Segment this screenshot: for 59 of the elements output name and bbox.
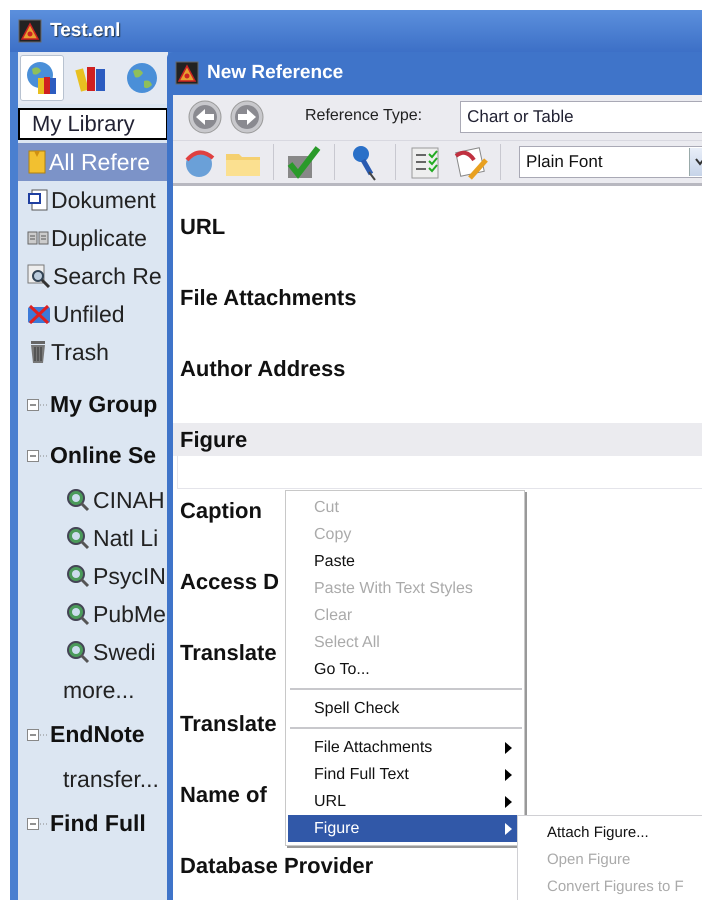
field-label: Name of [180, 782, 267, 808]
field-label: Access D [180, 568, 280, 594]
online-source-item[interactable]: Swedi [18, 633, 168, 671]
menu-item[interactable]: File Attachments [288, 734, 524, 761]
group-heading[interactable]: EndNote [50, 721, 145, 748]
group-heading[interactable]: Online Se [50, 442, 156, 469]
unfiled-folder-icon [27, 303, 51, 325]
field-label: URL [180, 214, 226, 240]
app-logo-icon [18, 19, 42, 43]
collapse-icon[interactable] [27, 728, 47, 740]
sidebar-item[interactable]: Trash [18, 333, 168, 371]
online-source-item[interactable]: PsycIN [18, 557, 168, 595]
reference-type-field[interactable]: Chart or Table [460, 101, 702, 134]
group-heading[interactable]: Find Full [50, 810, 146, 837]
sidebar-item[interactable]: Dokument [18, 181, 168, 219]
online-source-item[interactable]: PubMe [18, 595, 168, 633]
field-label: Database Provider [180, 852, 374, 878]
sidebar-item[interactable]: Unfiled [18, 295, 168, 333]
field-label: File Attachments [180, 284, 356, 310]
sidebar-item[interactable]: Duplicate [18, 219, 168, 257]
library-selector[interactable]: My Library [18, 108, 168, 140]
collapse-icon[interactable] [27, 398, 47, 410]
group-heading[interactable]: My Group [50, 391, 158, 418]
field-input[interactable] [177, 456, 702, 489]
online-search-icon [66, 526, 90, 550]
forward-button-icon[interactable] [229, 99, 265, 136]
field-label: Translate [180, 710, 277, 736]
chevron-down-icon [695, 158, 702, 166]
menu-item[interactable]: Find Full Text [288, 761, 524, 788]
field-label: Translate [180, 640, 277, 666]
field-label: Author Address [180, 356, 346, 382]
reference-type-label: Reference Type: [305, 106, 422, 124]
online-source-item[interactable]: CINAH [18, 481, 168, 519]
online-source-item[interactable]: Natl Li [18, 519, 168, 557]
window-title: Test.enl [50, 20, 120, 42]
sidebar-link[interactable]: more... [18, 671, 168, 709]
menu-item[interactable]: URL [288, 788, 524, 815]
online-search-icon [66, 564, 90, 588]
online-search-icon [66, 602, 90, 626]
sidebar-item[interactable]: Search Re [18, 257, 168, 295]
online-search-icon [66, 640, 90, 664]
field-label: Caption [180, 498, 262, 524]
collapse-icon[interactable] [27, 818, 47, 830]
document-icon [27, 188, 49, 212]
dialog-title: New Reference [207, 62, 344, 84]
font-select[interactable]: Plain Font [519, 146, 702, 178]
menu-item[interactable]: Spell Check [288, 695, 524, 722]
sidebar-tab[interactable] [20, 55, 64, 101]
online-search-icon [66, 488, 90, 512]
menu-item[interactable]: Go To... [288, 656, 524, 683]
collapse-icon[interactable] [27, 450, 47, 462]
sidebar-link[interactable]: transfer... [18, 760, 168, 798]
globe-icon [125, 61, 159, 95]
field-label: Figure [180, 426, 248, 452]
folder-icon [27, 149, 47, 175]
back-button-icon[interactable] [187, 99, 223, 136]
search-icon [27, 264, 51, 288]
menu-item[interactable]: Paste [288, 548, 524, 575]
app-logo-icon [175, 61, 199, 86]
